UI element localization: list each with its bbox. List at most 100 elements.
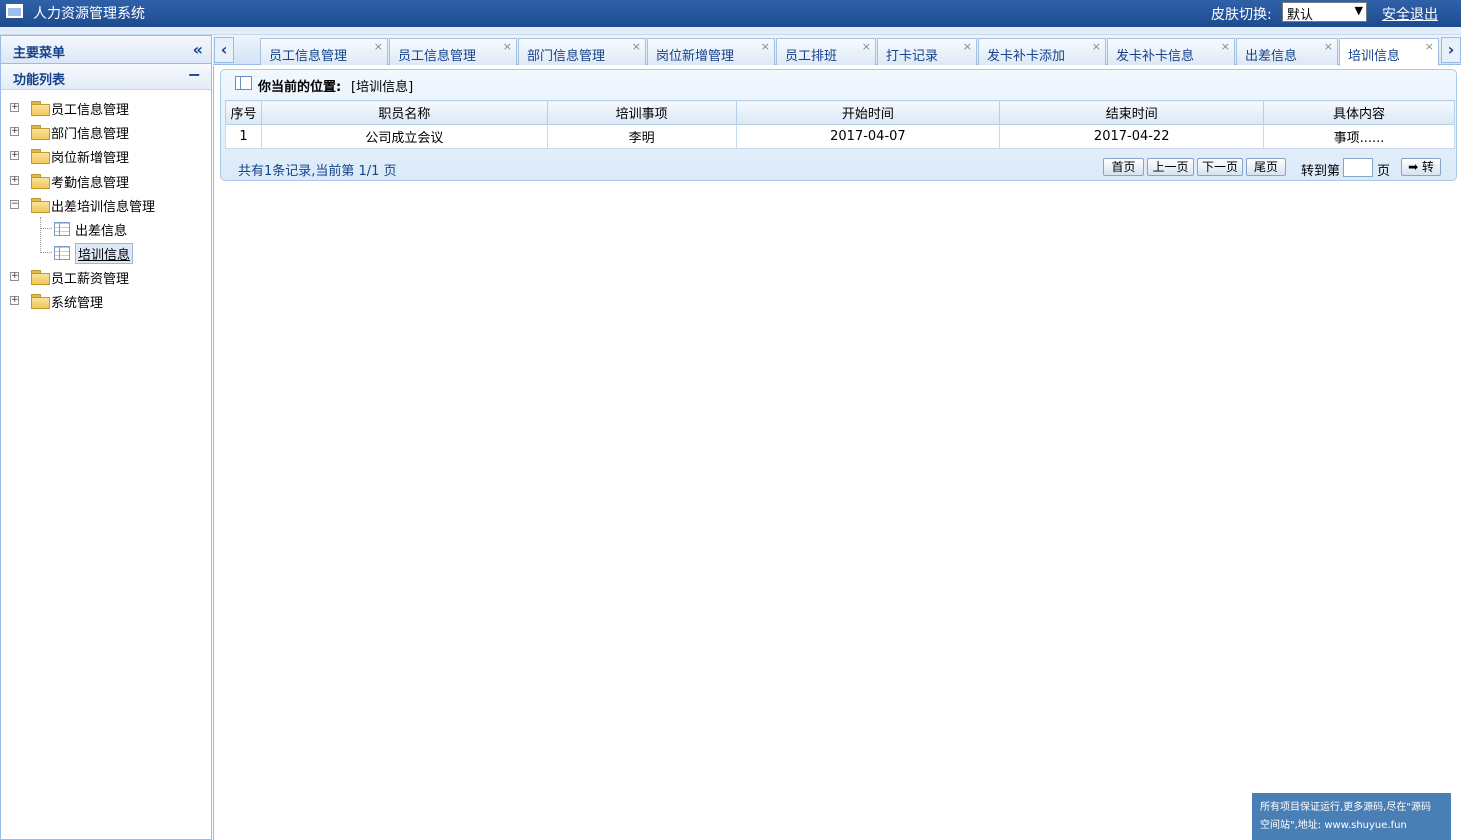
next-page-button[interactable]: 下一页 xyxy=(1197,158,1243,176)
folder-icon xyxy=(31,174,50,189)
tab-label: 出差信息 xyxy=(1245,49,1298,64)
collapse-sidebar-icon[interactable]: « xyxy=(193,40,203,59)
app-title: 人力资源管理系统 xyxy=(33,6,145,22)
table-cell: 2017-04-22 xyxy=(999,124,1265,149)
sidebar-item-position-add[interactable]: + 岗位新增管理 xyxy=(9,144,199,166)
tab-scroll-left-icon[interactable]: ‹ xyxy=(214,37,234,63)
sidebar-header: 主要菜单 « xyxy=(1,36,211,64)
grid-icon xyxy=(54,246,70,260)
folder-open-icon xyxy=(31,198,50,213)
sidebar-item-employee-info[interactable]: + 员工信息管理 xyxy=(9,96,199,118)
close-icon[interactable]: × xyxy=(503,40,512,53)
tab-label: 培训信息 xyxy=(1348,49,1401,64)
watermark-line: 所有项目保证运行,更多源码,尽在"源码 xyxy=(1260,802,1431,813)
chevron-down-icon: ▼ xyxy=(1354,4,1363,17)
close-icon[interactable]: × xyxy=(1425,40,1434,53)
close-icon[interactable]: × xyxy=(374,40,383,53)
sidebar-item-training-info[interactable]: 培训信息 xyxy=(9,241,199,264)
tab-card-reissue-info[interactable]: 发卡补卡信息 × xyxy=(1107,38,1235,65)
sidebar-item-label: 系统管理 xyxy=(51,296,104,311)
skin-select[interactable]: 默认 ▼ xyxy=(1282,2,1367,23)
table-cell: 1 xyxy=(225,124,262,149)
sidebar-item-department-info[interactable]: + 部门信息管理 xyxy=(9,120,199,142)
prev-page-button[interactable]: 上一页 xyxy=(1147,158,1194,176)
goto-page-button[interactable]: ➡ 转 xyxy=(1401,158,1441,176)
tab-label: 发卡补卡添加 xyxy=(987,49,1066,64)
table-cell: 事项...... xyxy=(1263,124,1455,149)
tab-scroll-right-icon[interactable]: › xyxy=(1441,37,1461,63)
tab-travel-info[interactable]: 出差信息 × xyxy=(1236,38,1338,65)
table-header-row: 序号 职员名称 培训事项 开始时间 结束时间 具体内容 xyxy=(225,100,1455,125)
tab-employee-info-2[interactable]: 员工信息管理 × xyxy=(389,38,517,65)
watermark-line: 空间站",地址: www.shuyue.fun xyxy=(1260,820,1407,831)
sidebar-item-travel-info[interactable]: 出差信息 xyxy=(9,217,199,239)
sidebar: 主要菜单 « 功能列表 − + 员工信息管理 + 部门信息管理 + 岗位新增管理… xyxy=(0,35,212,840)
tab-label: 员工信息管理 xyxy=(398,49,477,64)
sidebar-item-system[interactable]: + 系统管理 xyxy=(9,289,199,311)
table-cell: 2017-04-07 xyxy=(735,124,1001,149)
close-icon[interactable]: × xyxy=(862,40,871,53)
tab-employee-info-1[interactable]: 员工信息管理 × xyxy=(260,38,388,65)
close-icon[interactable]: × xyxy=(1324,40,1333,53)
skin-switch-label: 皮肤切换: xyxy=(1211,7,1272,23)
column-header[interactable]: 结束时间 xyxy=(999,100,1265,125)
expand-icon[interactable]: + xyxy=(10,151,19,160)
folder-icon xyxy=(31,101,50,116)
goto-page-input[interactable] xyxy=(1343,158,1373,177)
sidebar-item-label: 出差培训信息管理 xyxy=(51,200,156,215)
table-row[interactable]: 1 公司成立会议 李明 2017-04-07 2017-04-22 事项....… xyxy=(225,124,1455,149)
pagination-bar: 共有1条记录,当前第 1/1 页 首页 上一页 下一页 尾页 转到第 页 ➡ 转 xyxy=(221,156,1456,180)
column-header[interactable]: 开始时间 xyxy=(735,100,1001,125)
grid-icon xyxy=(54,222,70,236)
sidebar-item-attendance[interactable]: + 考勤信息管理 xyxy=(9,169,199,191)
sidebar-item-label: 考勤信息管理 xyxy=(51,176,130,191)
sidebar-item-label: 员工信息管理 xyxy=(51,103,130,118)
training-info-panel: 你当前的位置: [培训信息] 序号 职员名称 培训事项 开始时间 结束时间 具体… xyxy=(220,69,1457,181)
tab-position-add[interactable]: 岗位新增管理 × xyxy=(647,38,775,65)
breadcrumb-value: [培训信息] xyxy=(351,80,414,95)
expand-icon[interactable]: + xyxy=(10,103,19,112)
close-icon[interactable]: × xyxy=(1092,40,1101,53)
column-header[interactable]: 职员名称 xyxy=(260,100,548,125)
sidebar-item-label: 员工薪资管理 xyxy=(51,272,130,287)
column-header[interactable]: 具体内容 xyxy=(1263,100,1455,125)
expand-icon[interactable]: + xyxy=(10,176,19,185)
content-area: 你当前的位置: [培训信息] 序号 职员名称 培训事项 开始时间 结束时间 具体… xyxy=(213,66,1461,840)
close-icon[interactable]: × xyxy=(963,40,972,53)
expand-icon[interactable]: + xyxy=(10,296,19,305)
logout-link[interactable]: 安全退出 xyxy=(1382,4,1438,24)
breadcrumb: 你当前的位置: [培训信息] xyxy=(221,70,1456,98)
tab-label: 员工排班 xyxy=(785,49,838,64)
expand-icon[interactable]: + xyxy=(10,127,19,136)
tab-card-reissue-add[interactable]: 发卡补卡添加 × xyxy=(978,38,1106,65)
close-icon[interactable]: × xyxy=(1221,40,1230,53)
function-list-header: 功能列表 − xyxy=(1,64,211,90)
column-header[interactable]: 培训事项 xyxy=(546,100,737,125)
first-page-button[interactable]: 首页 xyxy=(1103,158,1144,176)
skin-select-value: 默认 xyxy=(1287,8,1314,23)
top-header: 人力资源管理系统 皮肤切换: 默认 ▼ 安全退出 xyxy=(0,0,1461,27)
folder-icon xyxy=(31,270,50,285)
tab-label: 发卡补卡信息 xyxy=(1116,49,1195,64)
tab-department-info[interactable]: 部门信息管理 × xyxy=(518,38,646,65)
expand-icon[interactable]: + xyxy=(10,272,19,281)
close-icon[interactable]: × xyxy=(632,40,641,53)
collapse-section-icon[interactable]: − xyxy=(188,65,201,84)
goto-page-unit: 页 xyxy=(1377,164,1391,179)
tab-shift-schedule[interactable]: 员工排班 × xyxy=(776,38,876,65)
tab-label: 打卡记录 xyxy=(886,49,939,64)
collapse-icon[interactable]: − xyxy=(10,200,19,209)
tab-clock-records[interactable]: 打卡记录 × xyxy=(877,38,977,65)
close-icon[interactable]: × xyxy=(761,40,770,53)
sidebar-item-salary[interactable]: + 员工薪资管理 xyxy=(9,265,199,287)
column-header[interactable]: 序号 xyxy=(225,100,262,125)
header-divider xyxy=(0,27,1461,35)
sidebar-title: 主要菜单 xyxy=(13,46,66,61)
sidebar-item-label: 部门信息管理 xyxy=(51,127,130,142)
last-page-button[interactable]: 尾页 xyxy=(1246,158,1286,176)
tab-label: 员工信息管理 xyxy=(269,49,348,64)
tab-label: 岗位新增管理 xyxy=(656,49,735,64)
tab-training-info[interactable]: 培训信息 × xyxy=(1339,38,1439,66)
sidebar-item-label: 岗位新增管理 xyxy=(51,151,130,166)
sidebar-item-travel-training[interactable]: − 出差培训信息管理 xyxy=(9,193,199,215)
